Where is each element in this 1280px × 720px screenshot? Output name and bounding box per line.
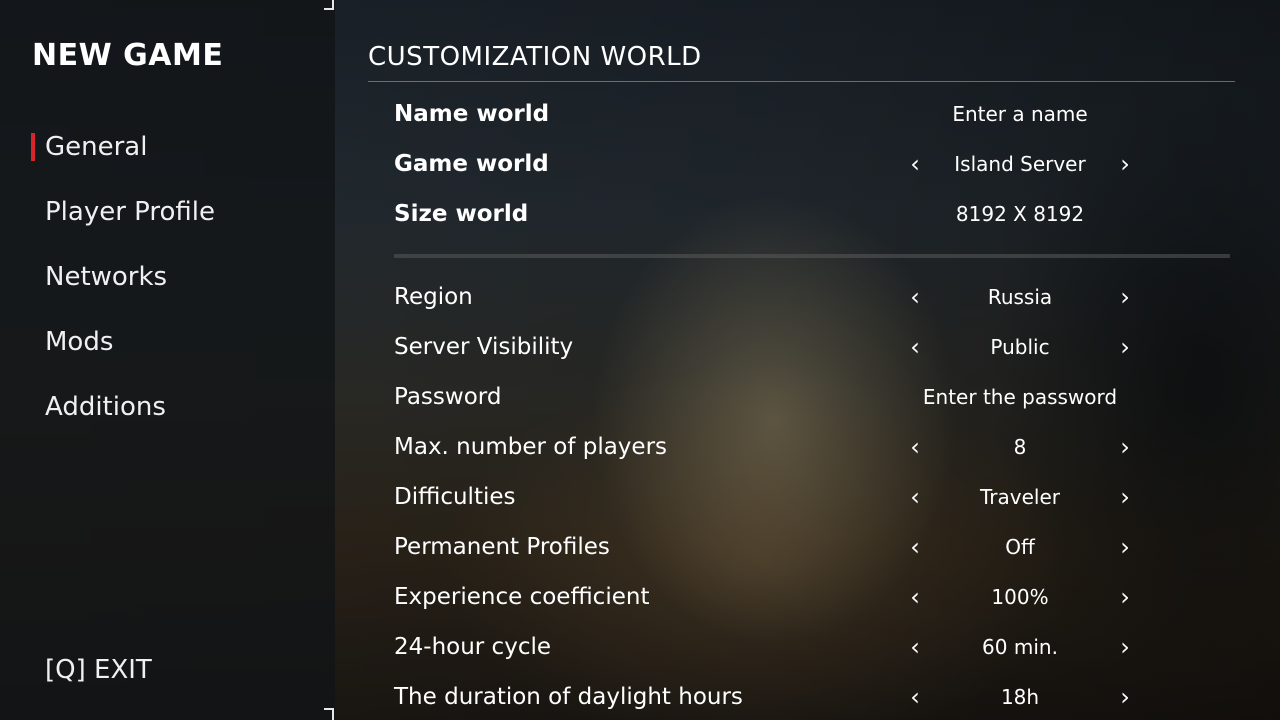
setting-label: Permanent Profiles [394, 534, 610, 560]
setting-value: Russia [987, 285, 1053, 309]
chevron-right-icon[interactable]: › [1110, 277, 1140, 317]
chevron-right-icon[interactable]: › [1110, 477, 1140, 517]
chevron-right-icon[interactable]: › [1110, 577, 1140, 617]
setting-label: The duration of daylight hours [394, 684, 743, 710]
setting-selector: ‹ 18h › [900, 677, 1140, 717]
chevron-left-icon[interactable]: ‹ [900, 527, 930, 567]
setting-label: Difficulties [394, 484, 516, 510]
chevron-right-icon[interactable]: › [1110, 427, 1140, 467]
section-title: CUSTOMIZATION WORLD [368, 42, 702, 72]
setting-row-hour-cycle: 24-hour cycle ‹ 60 min. › [394, 627, 1230, 667]
setting-control [860, 377, 1180, 417]
chevron-right-icon[interactable]: › [1110, 144, 1140, 184]
chevron-left-icon[interactable]: ‹ [900, 477, 930, 517]
setting-value: 8192 X 8192 [955, 202, 1085, 226]
chevron-right-icon[interactable]: › [1110, 627, 1140, 667]
chevron-left-icon[interactable]: ‹ [900, 327, 930, 367]
chevron-left-icon[interactable]: ‹ [900, 677, 930, 717]
section-divider [394, 254, 1230, 258]
setting-value: Traveler [980, 485, 1060, 509]
setting-value: Off [1005, 535, 1035, 559]
sidebar-item-label: General [45, 132, 148, 162]
sidebar-item-label: Networks [45, 262, 168, 292]
setting-label: Size world [394, 201, 529, 227]
setting-row-permanent-profiles: Permanent Profiles ‹ Off › [394, 527, 1230, 567]
setting-row-password: Password [394, 377, 1230, 417]
active-indicator [31, 133, 35, 161]
sidebar-item-label: Additions [45, 392, 166, 422]
setting-value: 60 min. [982, 635, 1058, 659]
chevron-left-icon[interactable]: ‹ [900, 427, 930, 467]
setting-label: 24-hour cycle [394, 634, 552, 660]
setting-row-name-world: Name world [394, 94, 1230, 134]
settings-panel: CUSTOMIZATION WORLD Name world Game worl… [335, 0, 1280, 720]
chevron-left-icon[interactable]: ‹ [900, 277, 930, 317]
sidebar-item-mods[interactable]: Mods [0, 322, 335, 387]
sidebar-item-general[interactable]: General [0, 127, 335, 192]
setting-selector: ‹ 100% › [900, 577, 1140, 617]
setting-value: 100% [991, 585, 1049, 609]
title-divider [368, 81, 1235, 82]
setting-value: Island Server [954, 152, 1086, 176]
name-world-input[interactable] [860, 94, 1180, 134]
sidebar-item-label: Player Profile [45, 197, 216, 227]
setting-label: Max. number of players [394, 434, 668, 460]
setting-label: Name world [394, 101, 550, 127]
page-title: NEW GAME [32, 38, 224, 73]
exit-button[interactable]: [Q] EXIT [45, 650, 152, 690]
setting-label: Server Visibility [394, 334, 574, 360]
setting-label: Game world [394, 151, 549, 177]
setting-row-max-players: Max. number of players ‹ 8 › [394, 427, 1230, 467]
sidebar-item-label: Mods [45, 327, 114, 357]
setting-selector: ‹ 8 › [900, 427, 1140, 467]
sidebar-item-networks[interactable]: Networks [0, 257, 335, 322]
setting-row-experience-coefficient: Experience coefficient ‹ 100% › [394, 577, 1230, 617]
setting-row-region: Region ‹ Russia › [394, 277, 1230, 317]
setting-value: Public [990, 335, 1050, 359]
chevron-right-icon[interactable]: › [1110, 327, 1140, 367]
setting-row-size-world: Size world 8192 X 8192 [394, 194, 1230, 234]
chevron-right-icon[interactable]: › [1110, 527, 1140, 567]
corner-bracket-top [324, 0, 334, 10]
sidebar-nav: General Player Profile Networks Mods Add… [0, 127, 335, 452]
password-input[interactable] [860, 377, 1180, 417]
setting-control [860, 94, 1180, 134]
setting-row-difficulties: Difficulties ‹ Traveler › [394, 477, 1230, 517]
setting-control: 8192 X 8192 [900, 194, 1140, 234]
chevron-left-icon[interactable]: ‹ [900, 144, 930, 184]
setting-selector: ‹ Island Server › [900, 144, 1140, 184]
setting-label: Region [394, 284, 473, 310]
chevron-left-icon[interactable]: ‹ [900, 627, 930, 667]
setting-value: 18h [1000, 685, 1040, 709]
corner-bracket-bottom [324, 708, 334, 720]
sidebar-item-player-profile[interactable]: Player Profile [0, 192, 335, 257]
setting-label: Experience coefficient [394, 584, 650, 610]
chevron-right-icon[interactable]: › [1110, 677, 1140, 717]
sidebar-item-additions[interactable]: Additions [0, 387, 335, 452]
setting-selector: ‹ Traveler › [900, 477, 1140, 517]
setting-selector: ‹ Off › [900, 527, 1140, 567]
setting-selector: ‹ Russia › [900, 277, 1140, 317]
setting-label: Password [394, 384, 502, 410]
chevron-left-icon[interactable]: ‹ [900, 577, 930, 617]
sidebar: NEW GAME General Player Profile Networks… [0, 0, 335, 720]
setting-row-game-world: Game world ‹ Island Server › [394, 144, 1230, 184]
setting-value: 8 [1013, 435, 1027, 459]
setting-selector: ‹ 60 min. › [900, 627, 1140, 667]
setting-row-daylight-duration: The duration of daylight hours ‹ 18h › [394, 677, 1230, 717]
setting-selector: ‹ Public › [900, 327, 1140, 367]
setting-row-server-visibility: Server Visibility ‹ Public › [394, 327, 1230, 367]
